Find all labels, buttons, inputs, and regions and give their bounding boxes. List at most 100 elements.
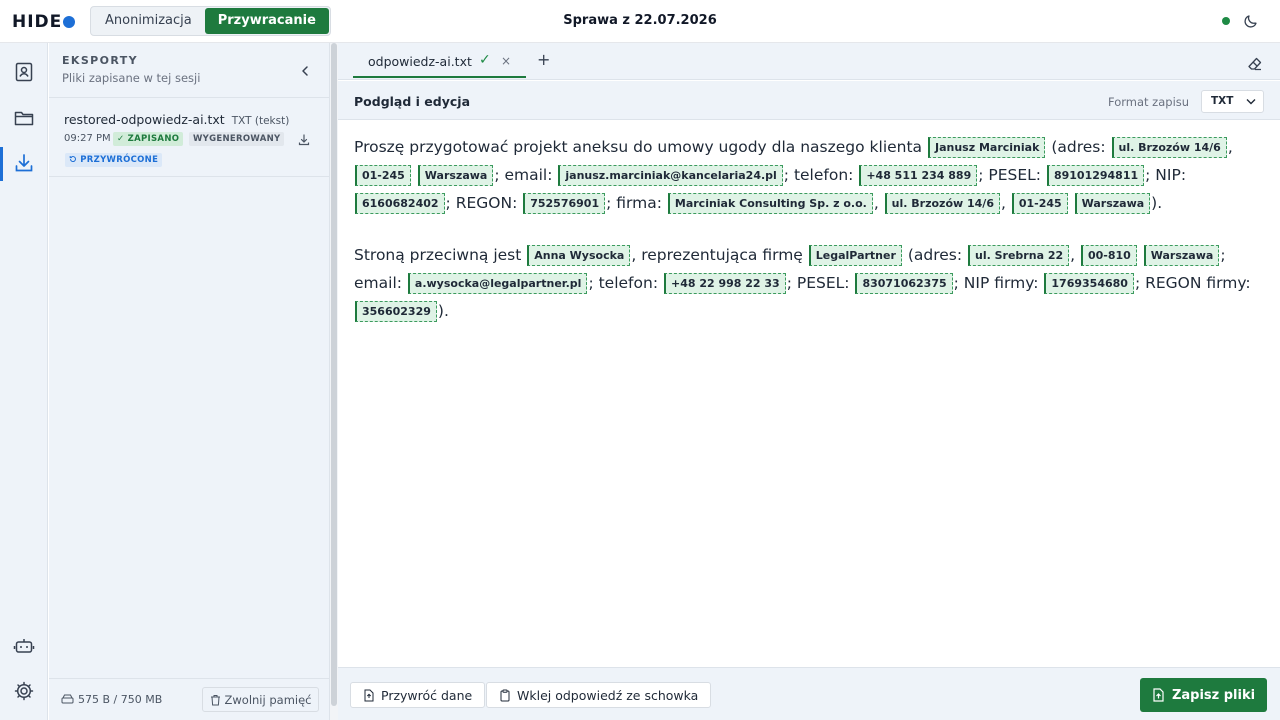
download-icon[interactable] <box>12 151 36 175</box>
restored-entity-token[interactable]: 01-245 <box>355 165 411 186</box>
add-tab-button[interactable]: + <box>537 50 550 69</box>
trash-icon <box>210 694 220 705</box>
restored-entity-token[interactable]: 1769354680 <box>1044 273 1134 294</box>
restored-entity-token[interactable]: 6160682402 <box>355 193 445 214</box>
sidebar-subtitle: Pliki zapisane w tej sesji <box>62 71 201 85</box>
editor-paragraph: Proszę przygotować projekt aneksu do umo… <box>354 133 1264 217</box>
tab-odpowiedz-ai[interactable]: odpowiedz-ai.txt ✓ × <box>353 43 526 78</box>
paste-response-button[interactable]: Wklej odpowiedź ze schowka <box>486 682 712 708</box>
moon-icon[interactable] <box>1243 13 1259 29</box>
editor-text <box>412 166 417 184</box>
paste-response-label: Wklej odpowiedź ze schowka <box>517 687 699 703</box>
editor-text: ; telefon: <box>588 274 663 292</box>
restored-entity-token[interactable]: Anna Wysocka <box>527 245 631 266</box>
editor-text: , <box>1227 138 1233 156</box>
storage-usage: 575 B / 750 MB <box>61 693 162 706</box>
storage-text: 575 B / 750 MB <box>78 693 163 706</box>
contacts-icon[interactable] <box>12 60 36 84</box>
editor-text: ; NIP: <box>1145 166 1187 184</box>
free-memory-button[interactable]: Zwolnij pamięć <box>202 687 319 712</box>
exports-sidebar: EKSPORTY Pliki zapisane w tej sesji rest… <box>49 43 330 720</box>
tab-label: odpowiedz-ai.txt <box>368 54 472 69</box>
restored-badge-label: PRZYWRÓCONE <box>80 155 159 165</box>
generated-badge: WYGENEROWANY <box>189 132 285 146</box>
format-label: Format zapisu <box>1108 95 1190 109</box>
restored-entity-token[interactable]: ul. Brzozów 14/6 <box>884 193 1000 214</box>
storage-icon <box>61 694 74 704</box>
editor-text: , <box>1070 246 1080 264</box>
restored-entity-token[interactable]: 83071062375 <box>855 273 953 294</box>
case-title: Sprawa z 22.07.2026 <box>563 13 717 28</box>
download-file-icon[interactable] <box>297 132 311 146</box>
editor-content[interactable]: Proszę przygotować projekt aneksu do umo… <box>338 121 1280 667</box>
file-tabs-bar: odpowiedz-ai.txt ✓ × + <box>338 43 1280 80</box>
logo-text: HIDE <box>12 12 63 32</box>
restored-entity-token[interactable]: LegalPartner <box>808 245 902 266</box>
file-name: restored-odpowiedz-ai.txt <box>64 112 225 127</box>
logo-dot <box>63 16 76 28</box>
chevron-left-icon[interactable] <box>298 63 312 77</box>
save-files-label: Zapisz pliki <box>1171 687 1256 703</box>
file-upload-icon <box>1153 688 1164 702</box>
editor-text: ; REGON firmy: <box>1134 274 1251 292</box>
saved-badge: ✓ ZAPISANO <box>113 132 184 146</box>
restored-badge: PRZYWRÓCONE <box>65 153 163 167</box>
settings-icon[interactable] <box>12 679 36 703</box>
restored-entity-token[interactable]: 752576901 <box>523 193 606 214</box>
restore-data-label: Przywróć dane <box>381 687 473 703</box>
save-files-button[interactable]: Zapisz pliki <box>1140 678 1267 712</box>
sidebar-scrollbar[interactable] <box>331 43 337 706</box>
editor-text: ; firma: <box>606 194 667 212</box>
status-indicator <box>1222 17 1230 25</box>
file-name-line: restored-odpowiedz-ai.txt TXT (tekst) <box>64 112 289 127</box>
editor-text: , reprezentująca firmę <box>631 246 808 264</box>
top-bar: HIDE Anonimizacja Przywracanie Sprawa z … <box>0 0 1280 43</box>
editor-text: ). <box>437 302 449 320</box>
restored-entity-token[interactable]: 00-810 <box>1080 245 1137 266</box>
free-memory-label: Zwolnij pamięć <box>224 692 312 707</box>
restored-entity-token[interactable]: 01-245 <box>1011 193 1068 214</box>
editor-text: ; email: <box>494 166 558 184</box>
sidebar-header: EKSPORTY Pliki zapisane w tej sesji <box>49 43 330 98</box>
editor-text: ; PESEL: <box>978 166 1046 184</box>
format-select[interactable]: TXT <box>1201 90 1264 113</box>
editor-text: ; NIP firmy: <box>953 274 1044 292</box>
editor-text: (adres: <box>902 246 968 264</box>
restored-entity-token[interactable]: +48 22 998 22 33 <box>663 273 786 294</box>
eraser-icon[interactable] <box>1247 56 1263 72</box>
file-restore-icon <box>364 689 374 701</box>
restore-icon <box>69 156 76 163</box>
robot-icon[interactable] <box>12 634 36 658</box>
mode-restore-button[interactable]: Przywracanie <box>204 8 329 34</box>
folder-icon[interactable] <box>12 106 36 130</box>
restored-entity-token[interactable]: Warszawa <box>1074 193 1151 214</box>
restored-entity-token[interactable]: Warszawa <box>417 165 494 186</box>
file-type: TXT (tekst) <box>231 115 290 127</box>
restored-entity-token[interactable]: Warszawa <box>1143 245 1220 266</box>
editor-title: Podgląd i edycja <box>354 94 471 109</box>
editor-text: Stroną przeciwną jest <box>354 246 527 264</box>
mode-anonymize-button[interactable]: Anonimizacja <box>92 8 205 34</box>
restore-data-button[interactable]: Przywróć dane <box>350 682 486 708</box>
app-logo[interactable]: HIDE <box>12 12 76 32</box>
editor-toolbar: Podgląd i edycja Format zapisu TXT <box>338 81 1280 120</box>
chevron-down-icon <box>1246 99 1256 105</box>
editor-text: ). <box>1151 194 1163 212</box>
restored-entity-token[interactable]: 356602329 <box>355 301 437 322</box>
restored-entity-token[interactable]: Janusz Marciniak <box>928 137 1046 158</box>
rail-active-indicator <box>0 147 3 181</box>
restored-entity-token[interactable]: janusz.marciniak@kancelaria24.pl <box>558 165 783 186</box>
restored-entity-token[interactable]: a.wysocka@legalpartner.pl <box>407 273 588 294</box>
clipboard-icon <box>500 689 510 701</box>
editor-paragraph: Stroną przeciwną jest Anna Wysocka, repr… <box>354 241 1264 325</box>
close-icon[interactable]: × <box>501 54 511 68</box>
editor-footer: Przywróć dane Wklej odpowiedź ze schowka… <box>338 667 1280 720</box>
restored-entity-token[interactable]: ul. Srebrna 22 <box>968 245 1070 266</box>
editor-text <box>1069 194 1074 212</box>
restored-entity-token[interactable]: ul. Brzozów 14/6 <box>1111 137 1227 158</box>
editor-text: ; REGON: <box>445 194 523 212</box>
export-file-item[interactable]: restored-odpowiedz-ai.txt TXT (tekst) 09… <box>49 99 330 177</box>
restored-entity-token[interactable]: +48 511 234 889 <box>859 165 978 186</box>
restored-entity-token[interactable]: Marciniak Consulting Sp. z o.o. <box>667 193 873 214</box>
restored-entity-token[interactable]: 89101294811 <box>1046 165 1145 186</box>
